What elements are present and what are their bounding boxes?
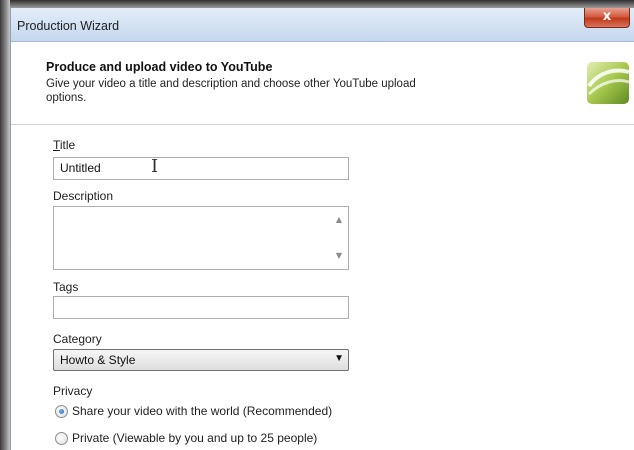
header-subtitle: Give your video a title and description … bbox=[46, 78, 416, 104]
title-input[interactable]: Untitled bbox=[53, 157, 349, 180]
desktop-shadow-left bbox=[0, 0, 10, 450]
chevron-down-icon: ▼ bbox=[334, 353, 344, 364]
title-bar[interactable]: Production Wizard x bbox=[11, 8, 634, 42]
title-label-rest: itle bbox=[59, 138, 76, 152]
camtasia-logo-icon bbox=[587, 62, 630, 104]
text-cursor-icon: I bbox=[151, 156, 159, 177]
category-select[interactable]: Howto & Style ▼ bbox=[53, 349, 349, 371]
category-selected-value: Howto & Style bbox=[60, 353, 136, 367]
wizard-header: Produce and upload video to YouTube Give… bbox=[11, 43, 634, 125]
close-button[interactable]: x bbox=[584, 8, 630, 28]
scroll-down-icon[interactable]: ▼ bbox=[334, 251, 344, 261]
privacy-private-label[interactable]: Private (Viewable by you and up to 25 pe… bbox=[72, 431, 317, 445]
desktop-shadow-top bbox=[0, 0, 634, 8]
production-wizard-window: Production Wizard x Produce and upload v… bbox=[10, 8, 634, 450]
category-label: Category bbox=[53, 332, 102, 346]
privacy-label: Privacy bbox=[53, 384, 93, 398]
privacy-public-radio[interactable] bbox=[55, 405, 68, 418]
privacy-private-radio[interactable] bbox=[55, 432, 68, 445]
header-title: Produce and upload video to YouTube bbox=[46, 60, 273, 74]
description-textarea[interactable]: ▲ ▼ bbox=[53, 206, 349, 270]
title-label: Title bbox=[53, 138, 75, 152]
scroll-up-icon[interactable]: ▲ bbox=[334, 215, 344, 225]
title-label-mnemonic: T bbox=[53, 138, 60, 152]
window-title: Production Wizard bbox=[17, 19, 120, 33]
tags-input[interactable] bbox=[53, 296, 349, 319]
tags-label: Tags bbox=[53, 280, 79, 294]
close-icon: x bbox=[602, 9, 612, 24]
description-label: Description bbox=[53, 189, 114, 203]
privacy-public-label[interactable]: Share your video with the world (Recomme… bbox=[72, 404, 332, 418]
